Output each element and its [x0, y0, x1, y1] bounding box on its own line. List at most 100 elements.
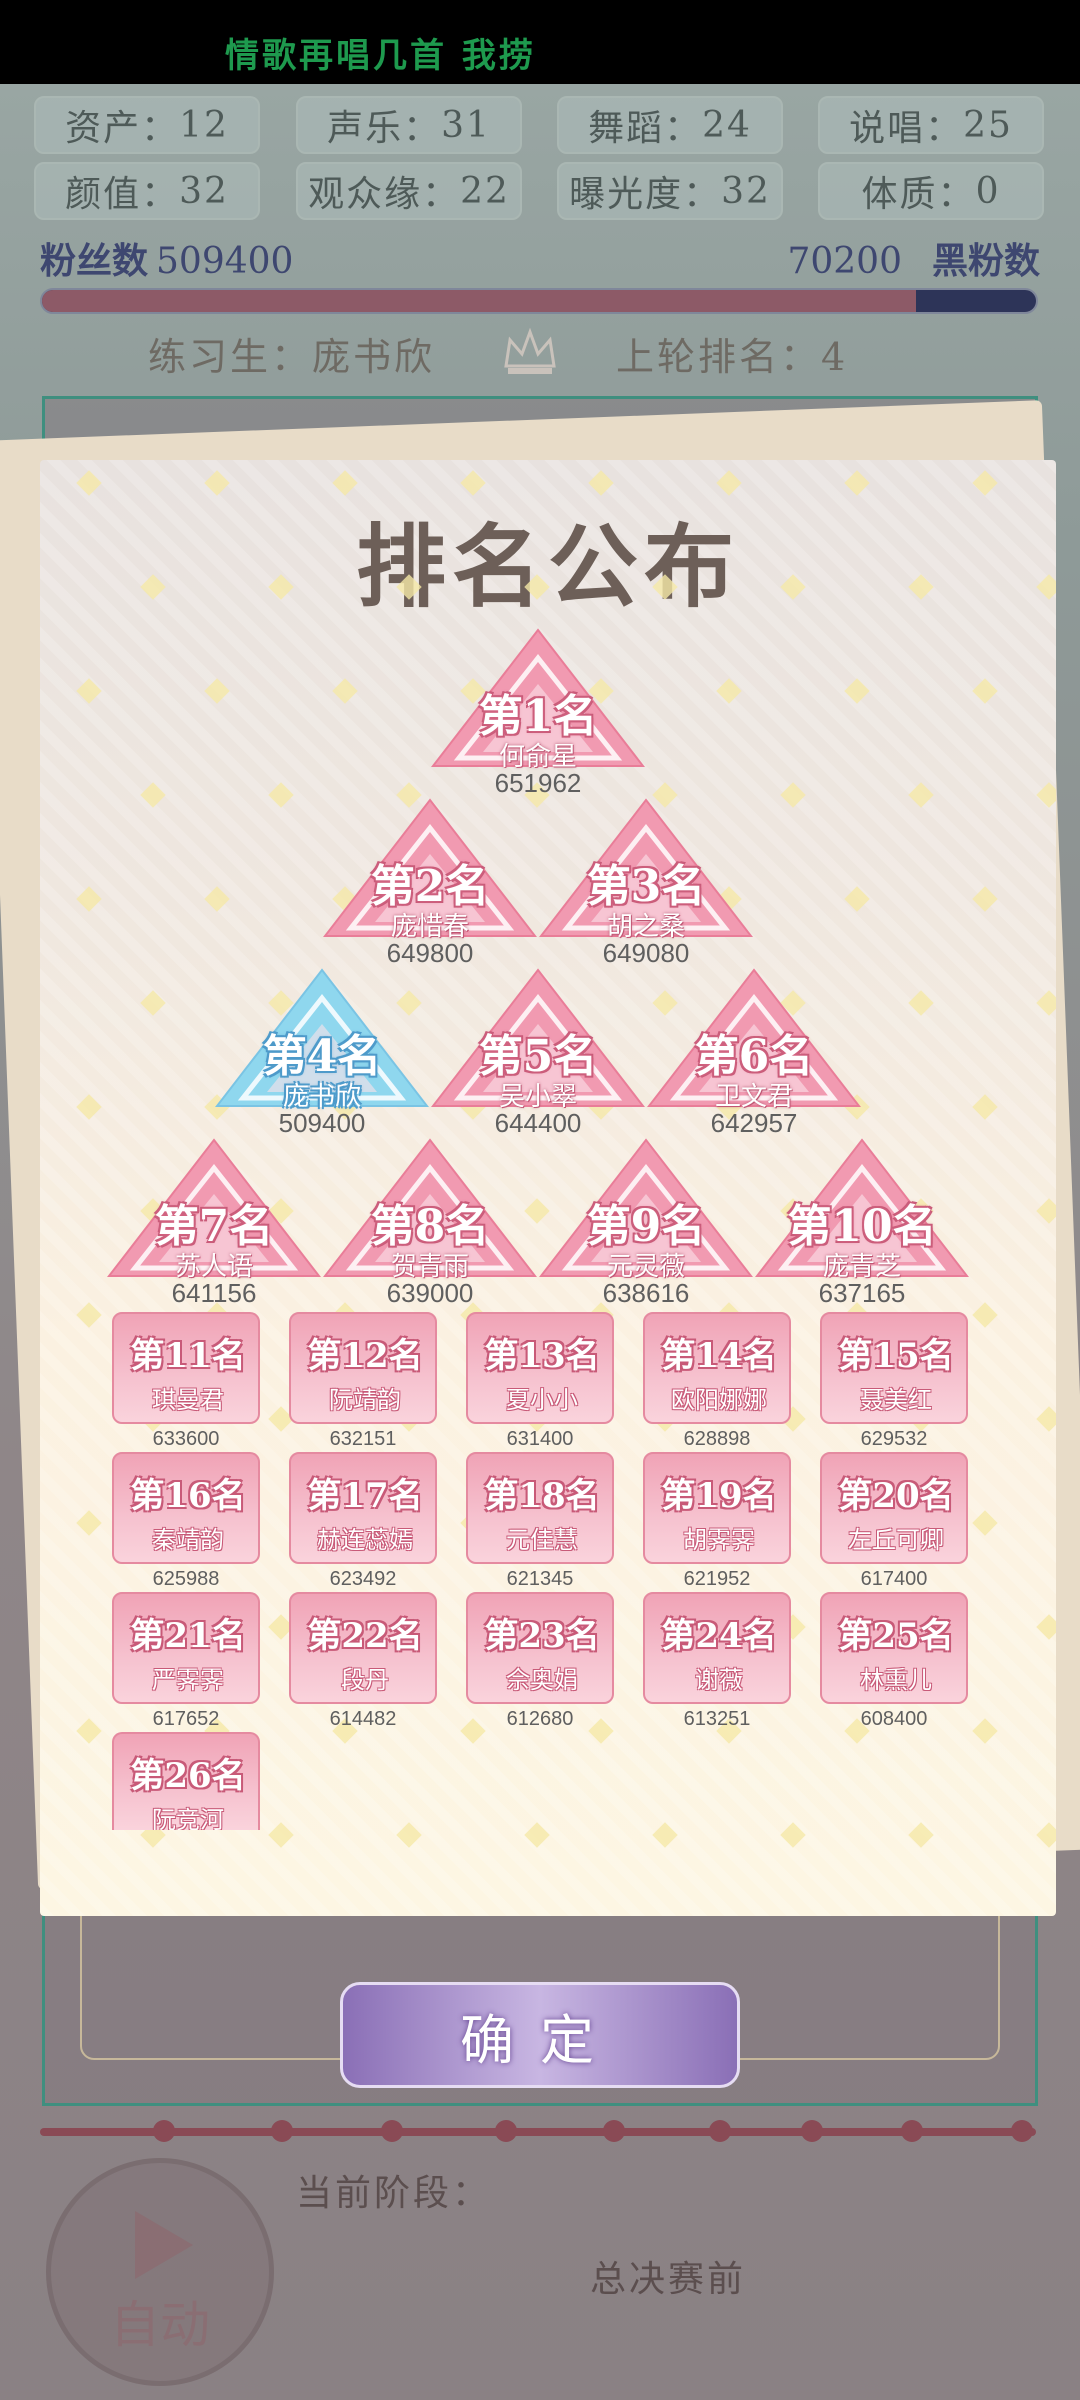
panel-title: 排名公布: [356, 515, 740, 620]
stat-value: 12: [179, 104, 229, 146]
contestant-score: 633600: [152, 1428, 220, 1450]
stat-box: 观众缘： 22: [296, 162, 522, 220]
sparkle-decoration: [716, 470, 742, 496]
rank-label: 第22名: [307, 1616, 423, 1656]
stat-value: 32: [179, 170, 229, 212]
stat-value: 0: [975, 170, 1001, 212]
stat-colon: ：: [403, 108, 442, 149]
ranking-panel: 排名公布 第1名 何俞星 651962 第2名 庞惜春 649800 第3名 胡之桑 64908…: [40, 460, 1056, 1916]
fans-ratio-fill: [42, 290, 916, 312]
sparkle-decoration: [716, 678, 742, 704]
stat-colon: ：: [422, 174, 461, 215]
rank-triangle: 第2名 庞惜春: [323, 798, 537, 948]
contestant-name: 严霁霁: [152, 1666, 224, 1694]
sparkle-decoration: [76, 678, 102, 704]
rank-label: 第4名: [262, 1031, 382, 1082]
sparkle-decoration: [1036, 782, 1056, 808]
sparkle-decoration: [1036, 1614, 1056, 1640]
sparkle-decoration: [140, 782, 166, 808]
auto-button[interactable]: 自动: [46, 2158, 274, 2386]
stat-colon: ：: [664, 108, 703, 149]
rank-label: 第9名: [586, 1201, 706, 1252]
contestant-score: 617400: [860, 1568, 928, 1590]
stage-dot: [1011, 2120, 1033, 2142]
sparkle-decoration: [1036, 1406, 1056, 1432]
stat-value: 24: [702, 104, 752, 146]
stage-dot: [495, 2120, 517, 2142]
rank-label: 第7名: [154, 1201, 274, 1252]
rank-card: 第17名 赫连蕊嫣: [289, 1452, 437, 1564]
stat-box: 声乐： 31: [296, 96, 522, 154]
rank-label: 第21名: [130, 1616, 246, 1656]
fans-ratio-bar: [40, 288, 1038, 314]
stat-colon: ：: [141, 108, 180, 149]
sparkle-decoration: [1036, 1198, 1056, 1224]
contestant-score: 644400: [494, 1108, 582, 1138]
rank-label: 第15名: [838, 1336, 954, 1376]
stage-dot: [801, 2120, 823, 2142]
rank-card: 第20名 左丘可卿: [820, 1452, 968, 1564]
sparkle-decoration: [652, 1822, 678, 1848]
rank-card: 第15名 聂美红: [820, 1312, 968, 1424]
contestant-score: 621952: [683, 1568, 751, 1590]
stat-label: 观众缘: [308, 174, 423, 215]
contestant-score: 617652: [152, 1708, 220, 1730]
stage-dot: [709, 2120, 731, 2142]
sparkle-decoration: [972, 886, 998, 912]
rank-card: 第24名 谢薇: [643, 1592, 791, 1704]
sparkle-decoration: [76, 1302, 102, 1328]
contestant-score: 639000: [386, 1278, 474, 1308]
rank-label: 第3名: [586, 861, 706, 912]
rank-triangle: 第7名 苏人语: [107, 1138, 321, 1288]
rank-card: 第11名 琪曼君: [112, 1312, 260, 1424]
rank-label: 第20名: [838, 1476, 954, 1516]
rank-card: 第16名 秦靖韵: [112, 1452, 260, 1564]
stat-value: 25: [963, 104, 1013, 146]
stat-label: 说唱: [849, 108, 926, 149]
fans-count: 粉丝数 509400: [40, 232, 293, 284]
stat-box: 资产： 12: [34, 96, 260, 154]
contestant-name: 林熏儿: [860, 1666, 932, 1694]
stat-label: 体质: [861, 174, 938, 215]
stat-colon: ：: [925, 108, 964, 149]
rank-label: 第12名: [307, 1336, 423, 1376]
contestant-score: 628898: [683, 1428, 751, 1450]
stat-value: 22: [460, 170, 510, 212]
sparkle-decoration: [972, 678, 998, 704]
sparkle-decoration: [844, 886, 870, 912]
current-stage-label: 当前阶段：: [296, 2173, 492, 2214]
stat-value: 31: [441, 104, 491, 146]
contestant-score: 613251: [683, 1708, 751, 1730]
stat-colon: ：: [937, 174, 976, 215]
sparkle-decoration: [844, 470, 870, 496]
rank-triangle: 第1名 何俞星: [431, 628, 645, 778]
auto-label: 自动: [110, 2296, 210, 2354]
rank-label: 第5名: [478, 1031, 598, 1082]
fans-label: 粉丝数: [40, 240, 149, 282]
rank-label: 第16名: [130, 1476, 246, 1516]
stage-dot: [271, 2120, 293, 2142]
sparkle-decoration: [780, 1822, 806, 1848]
marquee-text: 情歌再唱几首 我捞: [225, 36, 536, 76]
confirm-button[interactable]: 确定: [340, 1982, 740, 2088]
contestant-name: 夏小小: [506, 1386, 578, 1414]
sparkle-decoration: [204, 886, 230, 912]
anti-fans-value: 70200: [787, 241, 902, 282]
rank-label: 第17名: [307, 1476, 423, 1516]
rank-triangle: 第8名 贺青雨: [323, 1138, 537, 1288]
sparkle-decoration: [972, 1302, 998, 1328]
contestant-name: 元佳慧: [506, 1526, 578, 1554]
rank-label: 第26名: [130, 1756, 246, 1796]
contestant-name: 阮竞河: [152, 1806, 224, 1830]
rank-card: 第19名 胡霁霁: [643, 1452, 791, 1564]
contestant-score: 649080: [602, 938, 690, 968]
rank-label: 第23名: [484, 1616, 600, 1656]
stat-label: 声乐: [327, 108, 404, 149]
contestant-name: 欧阳娜娜: [671, 1386, 767, 1414]
stat-box: 曝光度： 32: [557, 162, 783, 220]
contestant-score: 608400: [860, 1708, 928, 1730]
anti-fans-label: 黑粉数: [931, 240, 1040, 282]
rank-triangle: 第3名 胡之桑: [539, 798, 753, 948]
rank-card: 第21名严霁霁: [112, 1592, 260, 1704]
crown-icon: [504, 327, 556, 374]
